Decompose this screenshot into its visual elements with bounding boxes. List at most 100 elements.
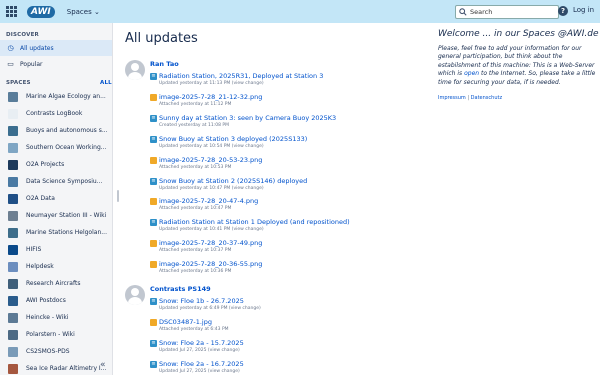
group-space-link[interactable]: Ran Tao	[150, 60, 179, 68]
sidebar-space-label: Helpdesk	[26, 263, 54, 270]
impressum-link[interactable]: Impressum	[438, 95, 466, 101]
sidebar-item-label: Popular	[20, 60, 43, 68]
update-title-link[interactable]: image-2025-7-28_20-37-49.png	[159, 239, 262, 247]
update-title-link[interactable]: Snow: Floe 2a - 15.7.2025	[159, 339, 244, 347]
sidebar-space-item[interactable]: CS2SMOS-PDS	[0, 343, 112, 360]
image-file-icon	[150, 198, 157, 206]
space-avatar-icon	[8, 329, 18, 340]
sidebar-space-label: HIFIS	[26, 246, 42, 253]
search-input[interactable]: Search	[455, 5, 559, 19]
user-avatar-icon[interactable]	[125, 60, 145, 80]
update-meta: Attached yesterday at 10:37 PM	[159, 248, 232, 254]
sidebar-space-item[interactable]: Data Science Symposiu...	[0, 173, 112, 190]
top-navigation-bar: AWI Spaces ⌄ Search ? Log in	[0, 0, 600, 23]
sidebar-space-item[interactable]: AWI Postdocs	[0, 292, 112, 309]
sidebar-space-item[interactable]: O2A Projects	[0, 156, 112, 173]
sidebar-space-label: CS2SMOS-PDS	[26, 348, 70, 355]
image-file-icon	[150, 318, 157, 326]
footer-links: Impressum | Datenschutz	[438, 95, 596, 101]
update-title-link[interactable]: image-2025-7-28_20-53-23.png	[159, 156, 262, 164]
update-title-link[interactable]: Snow Buoy at Station 2 (2025S146) deploy…	[159, 177, 307, 185]
open-link[interactable]: open	[464, 70, 479, 77]
help-icon[interactable]: ?	[558, 6, 568, 16]
sidebar-resize-handle[interactable]	[117, 190, 119, 202]
sidebar-space-item[interactable]: Southern Ocean Working...	[0, 139, 112, 156]
update-title-link[interactable]: image-2025-7-28_21-12-32.png	[159, 93, 262, 101]
awi-logo[interactable]: AWI	[27, 5, 55, 18]
sidebar-space-item[interactable]: Contrasts LogBook	[0, 105, 112, 122]
image-file-icon	[150, 240, 157, 248]
login-link[interactable]: Log in	[573, 6, 594, 14]
sidebar-space-item[interactable]: Polarstern - Wiki	[0, 326, 112, 343]
sidebar-space-label: Neumayer Station III - Wiki	[26, 212, 107, 219]
sidebar-space-label: Heincke - Wiki	[26, 314, 69, 321]
update-meta: Updated Jul 27, 2025 (view change)	[159, 347, 240, 353]
app-switcher-icon[interactable]	[6, 6, 19, 17]
discover-heading: DISCOVER	[6, 32, 39, 38]
update-meta: Attached yesterday at 11:12 PM	[159, 101, 232, 107]
space-avatar-icon	[8, 227, 18, 238]
sidebar-space-label: O2A Data	[26, 195, 55, 202]
space-avatar-icon	[8, 312, 18, 323]
space-avatar-icon	[8, 210, 18, 221]
page-icon: ≡	[150, 114, 157, 122]
image-file-icon	[150, 93, 157, 101]
search-placeholder: Search	[470, 8, 493, 16]
sidebar-space-label: Polarstern - Wiki	[26, 331, 75, 338]
image-file-icon	[150, 156, 157, 164]
space-avatar-icon	[8, 261, 18, 272]
space-avatar-icon	[8, 346, 18, 357]
sidebar-space-label: Sea Ice Radar Altimetry I...	[26, 365, 107, 372]
search-icon	[459, 8, 467, 16]
page-icon: ≡	[150, 73, 157, 80]
page-icon: ≡	[150, 219, 157, 227]
all-spaces-link[interactable]: ALL	[100, 80, 112, 86]
clock-icon: ◷	[7, 43, 14, 52]
update-title-link[interactable]: Snow: Floe 2a - 16.7.2025	[159, 360, 244, 368]
update-title-link[interactable]: Radiation Station, 2025R31, Deployed at …	[159, 72, 323, 80]
welcome-panel: Welcome ... in our Spaces @AWI.de Please…	[438, 29, 598, 101]
space-avatar-icon	[8, 108, 18, 119]
sidebar-space-item[interactable]: Sea Ice Radar Altimetry I...	[0, 360, 112, 377]
page-icon: ≡	[150, 135, 157, 143]
space-avatar-icon	[8, 278, 18, 289]
datenschutz-link[interactable]: Datenschutz	[471, 95, 502, 101]
update-meta: Created yesterday at 11:08 PM	[159, 122, 229, 128]
sidebar-space-label: Marine Algae Ecology an...	[26, 93, 106, 100]
sidebar-space-item[interactable]: Buoys and autonomous s...	[0, 122, 112, 139]
update-title-link[interactable]: Snow: Floe 1b - 26.7.2025	[159, 297, 244, 305]
user-avatar-icon[interactable]	[125, 285, 145, 305]
sidebar-space-item[interactable]: HIFIS	[0, 241, 112, 258]
sidebar-space-label: O2A Projects	[26, 161, 65, 168]
sidebar-space-item[interactable]: Research Aircrafts	[0, 275, 112, 292]
sidebar-space-item[interactable]: Marine Stations Helgolan...	[0, 224, 112, 241]
spaces-menu[interactable]: Spaces ⌄	[67, 8, 100, 16]
group-space-link[interactable]: Contrasts PS149	[150, 285, 211, 293]
sidebar-item-all-updates[interactable]: ◷ All updates	[0, 40, 112, 56]
update-title-link[interactable]: Radiation Station at Station 1 Deployed …	[159, 218, 350, 226]
update-meta: Updated yesterday at 10:54 PM (view chan…	[159, 143, 264, 149]
update-title-link[interactable]: image-2025-7-28_20-36-55.png	[159, 260, 262, 268]
update-title-link[interactable]: Snow Buoy at Station 3 deployed (2025S13…	[159, 135, 307, 143]
collapse-sidebar-icon[interactable]: «	[100, 360, 106, 370]
sidebar-space-label: Southern Ocean Working...	[26, 144, 107, 151]
update-title-link[interactable]: DSC03487-1.jpg	[159, 318, 212, 326]
spaces-list: Marine Algae Ecology an... Contrasts LogB…	[0, 88, 112, 377]
sidebar-space-item[interactable]: Marine Algae Ecology an...	[0, 88, 112, 105]
sidebar-space-item[interactable]: O2A Data	[0, 190, 112, 207]
sidebar-space-label: AWI Postdocs	[26, 297, 66, 304]
page-icon: ≡	[150, 360, 157, 368]
update-meta: Attached yesterday at 10:53 PM	[159, 164, 232, 170]
sidebar-space-item[interactable]: Neumayer Station III - Wiki	[0, 207, 112, 224]
sidebar-space-label: Contrasts LogBook	[26, 110, 83, 117]
page-icon: ≡	[150, 339, 157, 347]
update-title-link[interactable]: image-2025-7-28_20-47-4.png	[159, 197, 258, 205]
popular-icon: ▭	[7, 59, 14, 68]
update-title-link[interactable]: Sunny day at Station 3: seen by Camera B…	[159, 114, 336, 122]
space-avatar-icon	[8, 125, 18, 136]
sidebar-space-item[interactable]: Helpdesk	[0, 258, 112, 275]
sidebar-space-item[interactable]: Heincke - Wiki	[0, 309, 112, 326]
sidebar-item-popular[interactable]: ▭ Popular	[0, 56, 112, 72]
spaces-heading: SPACES	[6, 80, 31, 86]
space-avatar-icon	[8, 142, 18, 153]
